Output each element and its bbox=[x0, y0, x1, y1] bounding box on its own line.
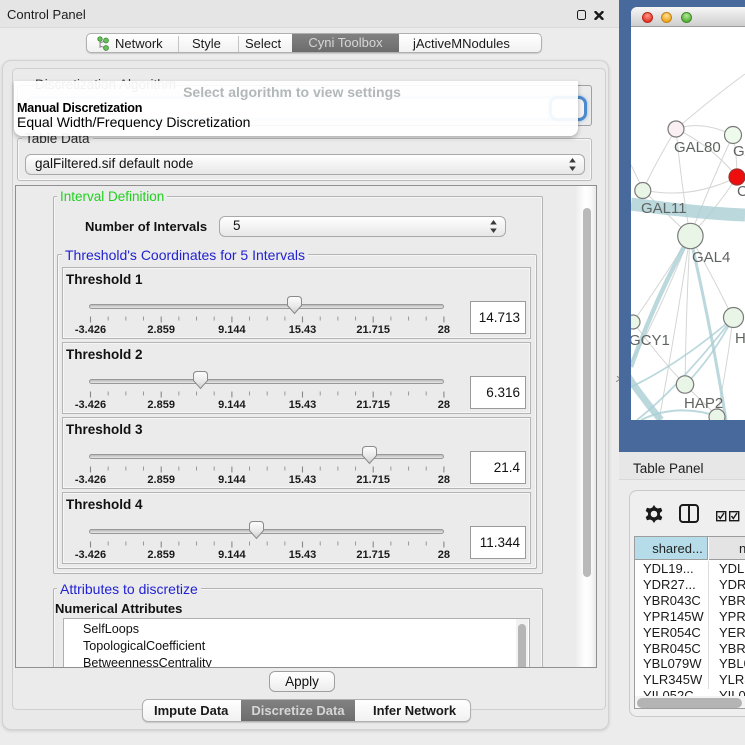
svg-text:HAP2: HAP2 bbox=[684, 395, 723, 412]
svg-text:H: H bbox=[735, 330, 745, 347]
svg-text:GCY1: GCY1 bbox=[631, 332, 670, 349]
svg-text:C: C bbox=[737, 183, 745, 200]
svg-text:GAL80: GAL80 bbox=[674, 139, 721, 156]
svg-text:GAL11: GAL11 bbox=[641, 200, 687, 217]
svg-text:GAL4: GAL4 bbox=[692, 249, 730, 266]
svg-text:GA: GA bbox=[733, 143, 745, 160]
